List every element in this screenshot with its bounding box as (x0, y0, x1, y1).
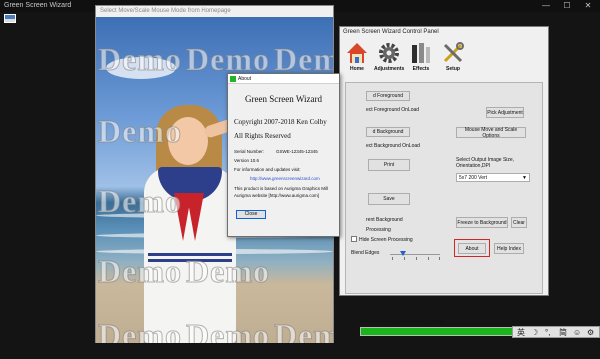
serial-label: Serial Number: (234, 149, 265, 154)
output-size-value: 5x7 200 Vert (459, 175, 488, 181)
watermark: Demo (98, 317, 182, 344)
close-button[interactable]: ✕ (582, 1, 594, 11)
app-icon (230, 76, 236, 82)
slider-tick (404, 257, 405, 260)
image-thumbnail[interactable] (4, 14, 16, 23)
watermark: Demo (98, 253, 182, 290)
watermark: Demo (98, 183, 182, 220)
about-dialog: About Green Screen Wizard Copyright 2007… (227, 73, 340, 237)
slider-tick (416, 257, 417, 260)
rights-text: All Rights Reserved (234, 132, 291, 140)
background-onload-label: ect Background OnLoad (366, 143, 420, 149)
progress-label: Progress of High Resolution Combine (360, 319, 444, 325)
website-link[interactable]: http://www.greenscreenwizard.com (250, 176, 320, 181)
blend-edges-thumb[interactable] (400, 251, 406, 256)
punctuation-icon[interactable]: °, (545, 328, 550, 337)
slider-tick (392, 257, 393, 260)
serial-value: GSWE-12345-12345 (276, 149, 318, 154)
control-panel-body: d Foreground ect Foreground OnLoad Pick … (345, 82, 543, 336)
simplified-icon[interactable]: 简 (559, 328, 567, 337)
load-background-button[interactable]: d Background (366, 127, 410, 137)
emoji-icon[interactable]: ☺ (573, 328, 581, 337)
hide-screen-checkbox[interactable] (351, 236, 357, 242)
copyright-text: Copyright 2007-2018 Ken Colby (234, 118, 327, 126)
current-background-label: rent Background (366, 217, 403, 223)
home-icon (347, 43, 367, 63)
watermark: Demo (186, 317, 270, 344)
effects-icon (412, 43, 430, 63)
version-text: Version 10.6 (234, 158, 260, 163)
toolbar-setup-label: Setup (446, 66, 460, 72)
toolbar-effects-label: Effects (412, 66, 430, 72)
slider-tick (439, 257, 440, 260)
mouse-move-scale-button[interactable]: Mouse Move and Scale Options (456, 127, 526, 139)
combine-progress-bar (360, 327, 530, 336)
toolbar-home-label: Home (350, 66, 364, 72)
clear-button[interactable]: Clear (511, 217, 527, 228)
control-panel-toolbar: Home Adjustments Effects Setup (340, 39, 548, 79)
gear-icon[interactable]: ⚙ (587, 328, 594, 337)
chevron-down-icon: ▼ (522, 175, 527, 181)
toolbar-adjustments-label: Adjustments (374, 66, 405, 72)
output-size-select[interactable]: 5x7 200 Vert ▼ (456, 173, 530, 182)
output-size-label: Select Output Image Size, Orientation,DP… (456, 157, 515, 169)
photo-window-title: Select Move/Scale Mouse Mode from Homepa… (100, 8, 231, 14)
load-foreground-button[interactable]: d Foreground (366, 91, 410, 101)
maximize-button[interactable]: ☐ (561, 1, 573, 11)
foreground-onload-label: ect Foreground OnLoad (366, 107, 420, 113)
control-panel-title: Green Screen Wizard Control Panel (343, 29, 439, 35)
watermark: Demo (274, 317, 333, 344)
toolbar-adjustments[interactable]: Adjustments (374, 41, 404, 77)
control-panel: Green Screen Wizard Control Panel Home A… (339, 26, 549, 336)
tools-icon (443, 42, 464, 63)
based-on-text: This product is based on Aurigma Graphic… (234, 186, 329, 191)
about-titlebar: About (228, 74, 339, 84)
about-button[interactable]: About (458, 243, 486, 254)
gear-icon (379, 43, 399, 63)
about-close-button[interactable]: Close (236, 210, 266, 219)
print-button[interactable]: Print (368, 159, 410, 171)
aurigma-text: Aurigma website [http://www.aurigma.com] (234, 193, 320, 198)
slider-tick (428, 257, 429, 260)
about-heading: Green Screen Wizard (245, 94, 322, 104)
progress-fill (361, 328, 529, 335)
watermark: Demo (98, 41, 182, 78)
processing-label: Processing (366, 227, 391, 233)
lang-en-icon[interactable]: 英 (517, 328, 525, 337)
save-button[interactable]: Save (368, 193, 410, 205)
about-title: About (238, 76, 252, 82)
toolbar-setup[interactable]: Setup (438, 41, 468, 77)
info-label: For information and updates visit: (234, 167, 301, 172)
app-title: Green Screen Wizard (4, 2, 72, 9)
hide-screen-label: Hide Screen Processing (359, 237, 413, 243)
moon-icon[interactable]: ☽ (531, 328, 538, 337)
watermark: Demo (186, 253, 270, 290)
help-index-button[interactable]: Help Index (494, 243, 524, 254)
blend-edges-track[interactable] (390, 254, 440, 255)
toolbar-home[interactable]: Home (342, 41, 372, 77)
ime-tray: 英 ☽ °, 简 ☺ ⚙ (512, 326, 600, 338)
minimize-button[interactable]: — (540, 1, 552, 11)
toolbar-effects[interactable]: Effects (406, 41, 436, 77)
freeze-background-button[interactable]: Freeze to Background (456, 217, 508, 228)
watermark: Demo (98, 113, 182, 150)
blend-edges-label: Blend Edges (351, 250, 380, 256)
pick-adjustment-button[interactable]: Pick Adjustment (486, 107, 524, 118)
